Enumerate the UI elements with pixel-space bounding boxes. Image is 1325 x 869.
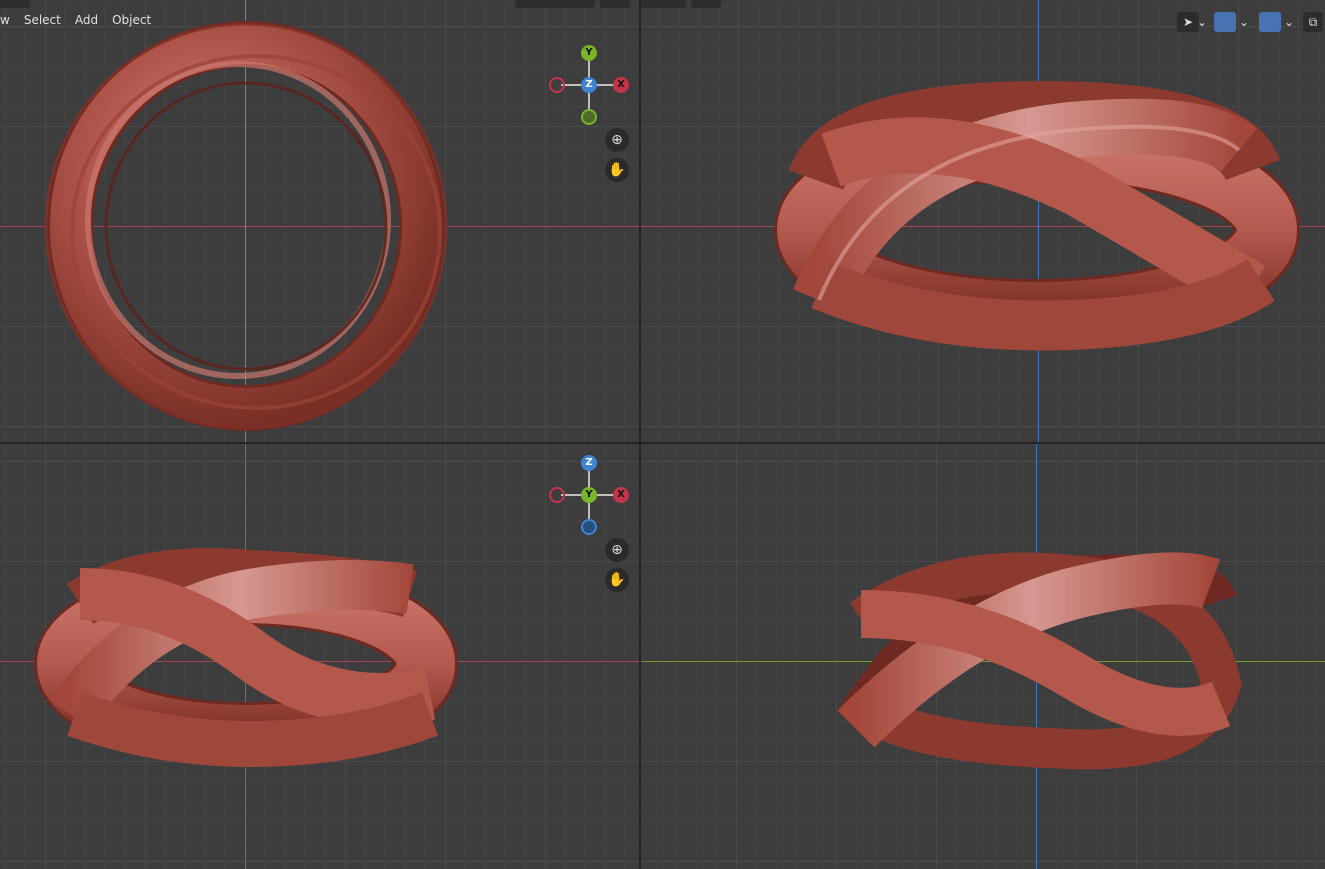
ring-model-side-view[interactable]	[0, 444, 639, 869]
hand-pan-icon[interactable]: ✋	[605, 158, 629, 182]
menu-view-stub[interactable]: w	[0, 10, 16, 32]
gizmo-x-axis[interactable]: X	[613, 487, 629, 503]
ring-model-top-view[interactable]	[0, 0, 639, 442]
viewport-front[interactable]: ➤ ⌄ ⌄ ⌄ ⧉	[641, 0, 1325, 442]
gizmo-neg-x-axis[interactable]	[549, 77, 565, 93]
chevron-down-icon[interactable]: ⌄	[1282, 12, 1296, 32]
gizmo-neg-z-axis[interactable]	[581, 519, 597, 535]
overlay-icon[interactable]	[1259, 12, 1281, 32]
gizmo-z-axis[interactable]: Z	[581, 455, 597, 471]
zoom-icon[interactable]: ⊕	[605, 128, 629, 152]
snap-toggle[interactable]	[641, 0, 686, 8]
menu-add[interactable]: Add	[69, 10, 104, 32]
menu-select[interactable]: Select	[18, 10, 67, 32]
gizmo-z-axis[interactable]: Z	[581, 77, 597, 93]
menu-object[interactable]: Object	[106, 10, 157, 32]
area-divider-vertical[interactable]	[639, 0, 641, 869]
area-divider-horizontal[interactable]	[0, 442, 1325, 444]
header-menu: w Select Add Object	[0, 10, 157, 32]
gizmo-y-axis[interactable]: Y	[581, 45, 597, 61]
chevron-down-icon[interactable]: ⌄	[1237, 12, 1251, 32]
editor-type-button[interactable]	[0, 0, 30, 8]
xray-icon[interactable]: ⧉	[1303, 12, 1323, 32]
gizmo-neg-y-axis[interactable]	[581, 109, 597, 125]
viewport-right[interactable]	[641, 444, 1325, 869]
gizmo-neg-x-axis[interactable]	[549, 487, 565, 503]
ring-model-right-view[interactable]	[641, 444, 1325, 869]
proportional-edit-toggle[interactable]	[691, 0, 721, 8]
pivot-dropdown[interactable]	[600, 0, 630, 8]
transform-orientation-dropdown[interactable]	[515, 0, 595, 8]
ring-model-front-view[interactable]	[641, 0, 1325, 442]
gizmo-icon[interactable]	[1214, 12, 1236, 32]
gizmo-neg-y-axis[interactable]: Y	[581, 487, 597, 503]
zoom-icon[interactable]: ⊕	[605, 538, 629, 562]
viewport-top[interactable]: w Select Add Object Y Z X ⊕ ✋	[0, 0, 639, 442]
chevron-down-icon[interactable]: ⌄	[1195, 12, 1209, 32]
gizmo-x-axis[interactable]: X	[613, 77, 629, 93]
viewport-side[interactable]: Z Y X ⊕ ✋	[0, 444, 639, 869]
hand-pan-icon[interactable]: ✋	[605, 568, 629, 592]
